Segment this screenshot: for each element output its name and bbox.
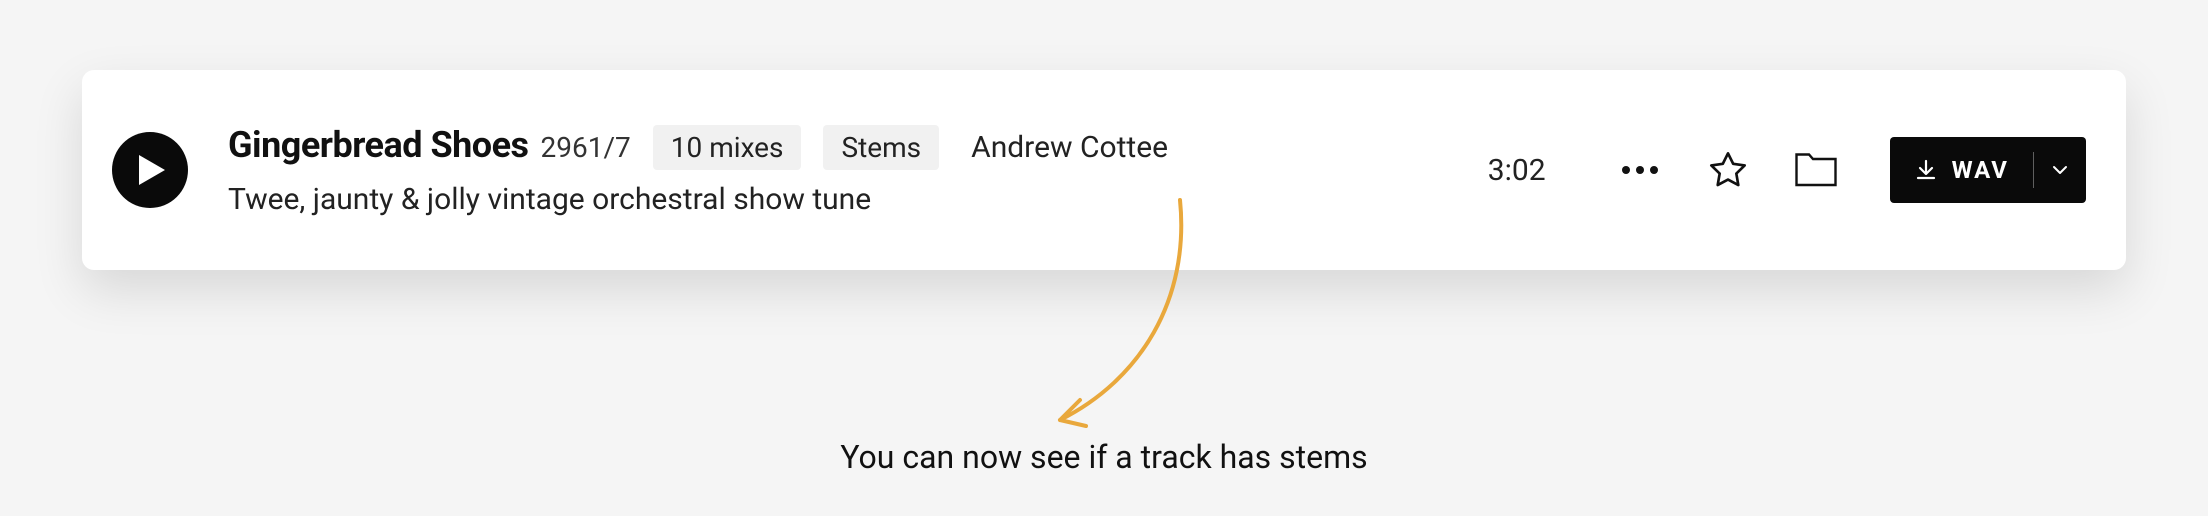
track-title-row: Gingerbread Shoes 2961/7 10 mixes Stems …	[228, 124, 1168, 170]
track-info: Gingerbread Shoes 2961/7 10 mixes Stems …	[228, 124, 1168, 217]
dots-icon	[1622, 166, 1630, 174]
track-title[interactable]: Gingerbread Shoes	[228, 124, 529, 166]
artist-name[interactable]: Andrew Cottee	[971, 130, 1168, 165]
add-to-project-button[interactable]	[1788, 142, 1844, 198]
track-description: Twee, jaunty & jolly vintage orchestral …	[228, 182, 1168, 217]
track-row: Gingerbread Shoes 2961/7 10 mixes Stems …	[82, 70, 2126, 270]
dots-icon	[1650, 166, 1658, 174]
download-main[interactable]: WAV	[1890, 156, 2033, 184]
track-code: 2961/7	[541, 131, 631, 164]
download-format-label: WAV	[1952, 156, 2009, 184]
play-icon	[139, 155, 165, 185]
dots-icon	[1636, 166, 1644, 174]
play-button[interactable]	[112, 132, 188, 208]
download-icon	[1914, 158, 1938, 182]
track-duration: 3:02	[1488, 153, 1546, 188]
stems-chip[interactable]: Stems	[823, 125, 939, 170]
favorite-button[interactable]	[1700, 142, 1756, 198]
download-format-dropdown[interactable]	[2034, 165, 2086, 175]
chevron-down-icon	[2052, 165, 2068, 175]
annotation-caption: You can now see if a track has stems	[0, 438, 2208, 476]
more-options-button[interactable]	[1612, 166, 1668, 174]
mixes-chip[interactable]: 10 mixes	[653, 125, 802, 170]
folder-icon	[1795, 153, 1837, 187]
download-button[interactable]: WAV	[1890, 137, 2086, 203]
star-icon	[1708, 150, 1748, 190]
